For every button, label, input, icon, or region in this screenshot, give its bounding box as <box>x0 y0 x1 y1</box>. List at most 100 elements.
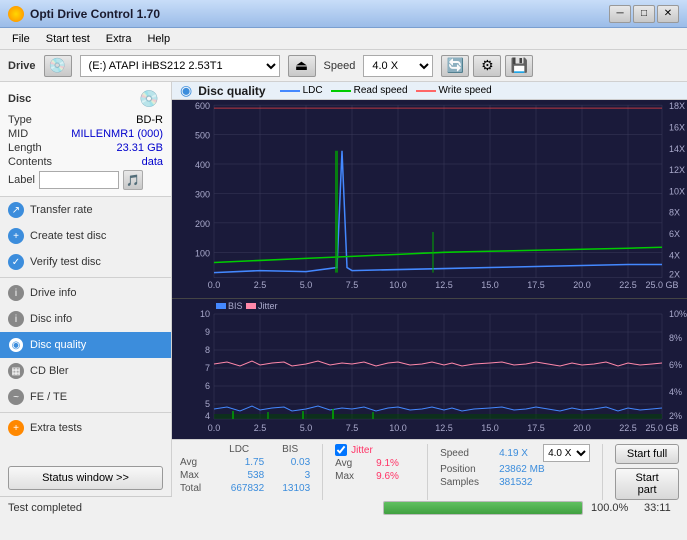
close-button[interactable]: ✕ <box>657 5 679 23</box>
svg-text:8X: 8X <box>669 208 680 218</box>
disc-label-icon[interactable]: 🎵 <box>123 170 143 190</box>
svg-text:500: 500 <box>195 131 210 141</box>
stats-divider-1 <box>322 444 323 500</box>
create-test-icon: + <box>8 228 24 244</box>
disc-mid-row: MID MILLENMR1 (000) <box>8 128 163 140</box>
samples-label: Samples <box>440 477 495 488</box>
legend-read-speed-color <box>331 90 351 92</box>
disc-panel: Disc 💿 Type BD-R MID MILLENMR1 (000) Len… <box>0 82 171 197</box>
svg-text:0.0: 0.0 <box>208 423 221 433</box>
menu-file[interactable]: File <box>4 31 38 47</box>
settings-icon[interactable]: ⚙ <box>473 55 501 77</box>
verify-test-label: Verify test disc <box>30 256 101 268</box>
cd-bler-icon: ▦ <box>8 363 24 379</box>
disc-quality-icon: ◉ <box>8 337 24 353</box>
svg-text:5: 5 <box>205 399 210 409</box>
drive-change-icon[interactable]: 💿 <box>44 55 72 77</box>
right-panel: ◉ Disc quality LDC Read speed Write spee… <box>172 82 687 496</box>
legend-write-speed-color <box>416 90 436 92</box>
jitter-avg-label: Avg <box>335 458 370 469</box>
sidebar-item-extra-tests[interactable]: + Extra tests <box>0 415 171 441</box>
minimize-button[interactable]: ─ <box>609 5 631 23</box>
maximize-button[interactable]: □ <box>633 5 655 23</box>
extra-tests-label: Extra tests <box>30 422 82 434</box>
svg-text:10%: 10% <box>669 309 687 319</box>
avg-label: Avg <box>180 457 208 468</box>
svg-text:12.5: 12.5 <box>435 280 452 290</box>
svg-text:2%: 2% <box>669 411 682 421</box>
sidebar-item-create-test-disc[interactable]: + Create test disc <box>0 223 171 249</box>
sidebar-item-disc-quality[interactable]: ◉ Disc quality <box>0 332 171 358</box>
titlebar-left: Opti Drive Control 1.70 <box>8 6 160 22</box>
svg-text:8%: 8% <box>669 333 682 343</box>
svg-text:7.5: 7.5 <box>346 423 359 433</box>
max-label: Max <box>180 470 208 481</box>
sidebar-item-fe-te[interactable]: ~ FE / TE <box>0 384 171 410</box>
svg-text:10.0: 10.0 <box>389 280 406 290</box>
svg-text:300: 300 <box>195 189 210 199</box>
stats-divider-3 <box>602 444 603 500</box>
status-window-button[interactable]: Status window >> <box>8 466 163 490</box>
sidebar-item-verify-test-disc[interactable]: ✓ Verify test disc <box>0 249 171 275</box>
drive-select[interactable]: (E:) ATAPI iHBS212 2.53T1 <box>80 55 280 77</box>
disc-length-key: Length <box>8 142 42 154</box>
jitter-avg: 9.1% <box>376 458 399 469</box>
ldc-col-header: LDC <box>214 444 264 455</box>
svg-text:17.5: 17.5 <box>527 423 545 433</box>
save-icon[interactable]: 💾 <box>505 55 533 77</box>
refresh-icon[interactable]: 🔄 <box>441 55 469 77</box>
disc-contents-key: Contents <box>8 156 52 168</box>
disc-label: Disc <box>8 93 31 105</box>
jitter-checkbox[interactable] <box>335 444 347 456</box>
fe-te-icon: ~ <box>8 389 24 405</box>
nav-divider-2 <box>0 412 171 413</box>
eject-icon[interactable]: ⏏ <box>288 55 316 77</box>
speed-stat-select[interactable]: 4.0 X <box>543 444 590 462</box>
verify-test-icon: ✓ <box>8 254 24 270</box>
titlebar: Opti Drive Control 1.70 ─ □ ✕ <box>0 0 687 28</box>
app-title: Opti Drive Control 1.70 <box>30 7 160 21</box>
svg-text:6X: 6X <box>669 229 680 239</box>
stats-bar: LDC BIS Avg 1.75 0.03 Max 538 3 Total 66… <box>172 439 687 504</box>
transfer-rate-label: Transfer rate <box>30 204 93 216</box>
sidebar-item-transfer-rate[interactable]: ↗ Transfer rate <box>0 197 171 223</box>
svg-text:6: 6 <box>205 381 210 391</box>
disc-type-val: BD-R <box>136 114 163 126</box>
transfer-rate-icon: ↗ <box>8 202 24 218</box>
svg-text:15.0: 15.0 <box>481 423 499 433</box>
svg-text:22.5: 22.5 <box>619 423 637 433</box>
disc-type-key: Type <box>8 114 32 126</box>
disc-label-key: Label <box>8 174 35 186</box>
disc-contents-row: Contents data <box>8 156 163 168</box>
svg-text:Jitter: Jitter <box>258 301 278 311</box>
menu-start-test[interactable]: Start test <box>38 31 98 47</box>
bis-col-header: BIS <box>270 444 310 455</box>
disc-info-label: Disc info <box>30 313 72 325</box>
svg-text:6%: 6% <box>669 360 682 370</box>
svg-text:20.0: 20.0 <box>573 280 590 290</box>
disc-icon[interactable]: 💿 <box>135 88 163 110</box>
sidebar-item-cd-bler[interactable]: ▦ CD Bler <box>0 358 171 384</box>
position-val: 23862 MB <box>499 464 545 475</box>
svg-text:25.0 GB: 25.0 GB <box>645 423 678 433</box>
legend: LDC Read speed Write speed <box>280 85 492 96</box>
svg-text:25.0 GB: 25.0 GB <box>646 280 679 290</box>
sidebar-item-drive-info[interactable]: i Drive info <box>0 280 171 306</box>
svg-text:20.0: 20.0 <box>573 423 591 433</box>
svg-text:2.5: 2.5 <box>254 423 267 433</box>
window-controls: ─ □ ✕ <box>609 5 679 23</box>
svg-text:8: 8 <box>205 345 210 355</box>
menu-extra[interactable]: Extra <box>98 31 140 47</box>
start-full-button[interactable]: Start full <box>615 444 679 464</box>
svg-text:12.5: 12.5 <box>435 423 453 433</box>
chart-top-svg: 600 500 400 300 200 100 18X 16X 14X 12X … <box>172 100 687 298</box>
disc-label-input[interactable] <box>39 171 119 189</box>
disc-length-row: Length 23.31 GB <box>8 142 163 154</box>
svg-text:400: 400 <box>195 160 210 170</box>
menu-help[interactable]: Help <box>139 31 178 47</box>
speed-select[interactable]: 4.0 X <box>363 55 433 77</box>
svg-text:18X: 18X <box>669 101 685 111</box>
start-part-button[interactable]: Start part <box>615 468 679 500</box>
sidebar-item-disc-info[interactable]: i Disc info <box>0 306 171 332</box>
svg-text:10.0: 10.0 <box>389 423 407 433</box>
